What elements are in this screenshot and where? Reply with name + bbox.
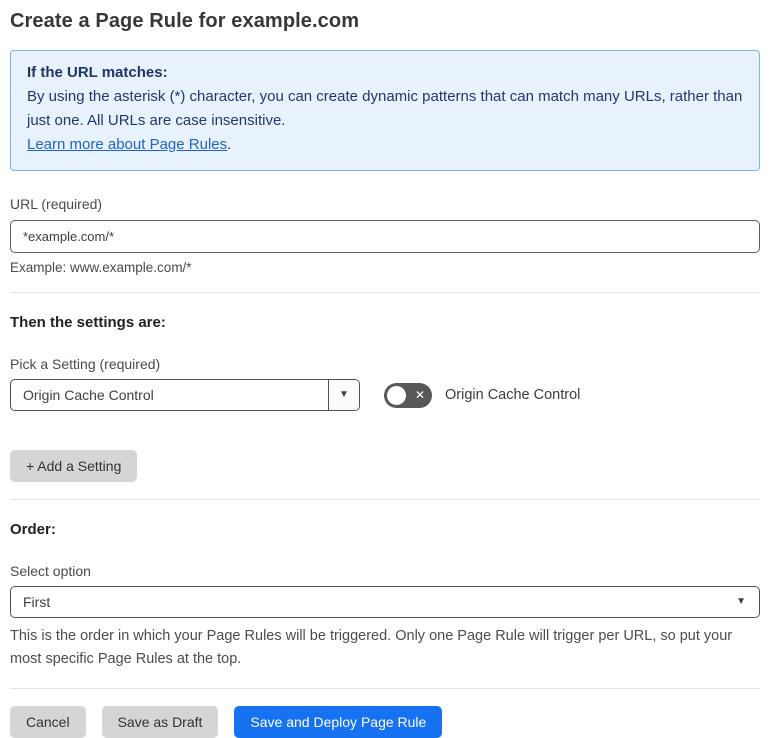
pick-setting-label: Pick a Setting (required) xyxy=(10,356,161,372)
url-example-text: Example: www.example.com/* xyxy=(10,260,192,275)
order-select-label: Select option xyxy=(10,563,91,579)
divider xyxy=(10,499,760,500)
link-suffix: . xyxy=(227,136,232,153)
setting-select-value: Origin Cache Control xyxy=(23,387,154,403)
toggle-off-x-icon: ✕ xyxy=(414,388,425,402)
setting-select-arrow-button[interactable]: ▼ xyxy=(328,380,359,410)
settings-section-heading: Then the settings are: xyxy=(10,314,166,331)
divider xyxy=(10,688,760,689)
toggle-label: Origin Cache Control xyxy=(445,387,581,403)
divider xyxy=(10,292,760,293)
order-section-heading: Order: xyxy=(10,521,56,538)
learn-more-link[interactable]: Learn more about Page Rules xyxy=(27,136,227,153)
url-input[interactable] xyxy=(10,220,760,253)
info-box-heading: If the URL matches: xyxy=(27,64,168,81)
save-and-deploy-button[interactable]: Save and Deploy Page Rule xyxy=(234,706,443,738)
url-match-info-box: If the URL matches: By using the asteris… xyxy=(10,50,760,171)
save-as-draft-button[interactable]: Save as Draft xyxy=(101,706,219,738)
setting-select[interactable]: Origin Cache Control ▼ xyxy=(10,379,360,411)
origin-cache-control-toggle[interactable]: ✕ xyxy=(384,382,432,408)
order-select-caret-holder: ▼ xyxy=(736,587,759,617)
setting-row: Origin Cache Control ▼ ✕ Origin Cache Co… xyxy=(10,379,760,411)
page-title: Create a Page Rule for example.com xyxy=(10,10,360,32)
info-box-link-line: Learn more about Page Rules. xyxy=(27,133,743,157)
chevron-down-icon: ▼ xyxy=(339,389,349,400)
add-setting-button[interactable]: + Add a Setting xyxy=(10,450,138,482)
order-select[interactable]: First ▼ xyxy=(10,586,760,618)
toggle-knob xyxy=(387,385,406,405)
create-page-rule-form: Create a Page Rule for example.com If th… xyxy=(0,10,770,738)
cancel-button[interactable]: Cancel xyxy=(10,706,86,738)
order-select-value: First xyxy=(23,594,51,610)
order-help-text: This is the order in which your Page Rul… xyxy=(10,628,733,667)
info-box-body: By using the asterisk (*) character, you… xyxy=(27,88,743,129)
chevron-down-icon: ▼ xyxy=(736,596,746,607)
url-field-label: URL (required) xyxy=(10,196,103,212)
footer-actions: Cancel Save as Draft Save and Deploy Pag… xyxy=(10,706,760,738)
